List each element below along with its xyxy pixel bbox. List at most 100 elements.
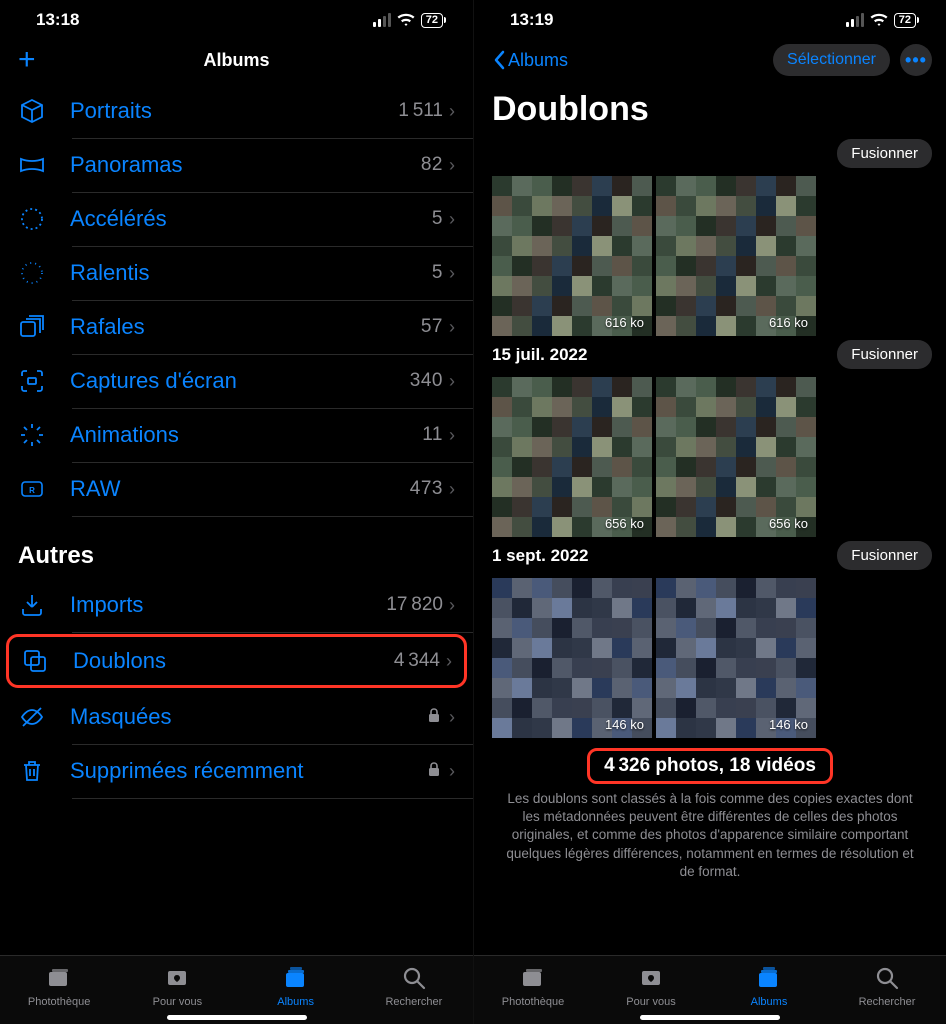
- tab-search[interactable]: Rechercher: [828, 964, 946, 1008]
- row-label: Portraits: [70, 98, 398, 124]
- duplicate-icon: [21, 647, 57, 675]
- ellipsis-icon: •••: [905, 50, 927, 71]
- merge-button[interactable]: Fusionner: [837, 541, 932, 570]
- tab-foryou[interactable]: Pour vous: [592, 964, 710, 1008]
- chevron-right-icon: ›: [449, 425, 455, 446]
- wifi-icon: [870, 13, 888, 27]
- album-row-slowmo[interactable]: Ralentis 5 ›: [0, 246, 473, 300]
- status-bar: 13:19 72: [474, 0, 946, 36]
- lock-icon: [427, 707, 441, 728]
- signal-icon: [373, 13, 391, 27]
- row-count: 4 344: [394, 650, 440, 672]
- duplicate-group-header: Fusionner: [492, 139, 946, 176]
- trash-icon: [18, 757, 54, 785]
- tab-label: Pour vous: [626, 996, 676, 1008]
- right-phone-screen: 13:19 72 Albums Sélectionner ••• Doublon…: [473, 0, 946, 1024]
- row-label: Ralentis: [70, 260, 432, 286]
- tab-library[interactable]: Photothèque: [474, 964, 592, 1008]
- photo-thumbnail[interactable]: 616 ko: [492, 176, 652, 336]
- duplicate-group: 15 juil. 2022 Fusionner 656 ko 656 ko: [474, 336, 946, 537]
- album-row-import[interactable]: Imports 17 820 ›: [0, 578, 473, 632]
- file-size-label: 616 ko: [605, 315, 644, 330]
- select-button[interactable]: Sélectionner: [773, 44, 890, 76]
- row-count: 11: [422, 424, 443, 446]
- file-size-label: 656 ko: [605, 516, 644, 531]
- row-label: Captures d'écran: [70, 368, 410, 394]
- album-row-timelapse[interactable]: Accélérés 5 ›: [0, 192, 473, 246]
- tab-albums[interactable]: Albums: [710, 964, 828, 1008]
- svg-text:R: R: [29, 486, 35, 495]
- row-count: 340: [410, 370, 443, 392]
- row-count: 17 820: [386, 594, 443, 616]
- tab-search[interactable]: Rechercher: [355, 964, 473, 1008]
- back-label: Albums: [508, 50, 568, 71]
- album-row-raw[interactable]: R RAW 473 ›: [0, 462, 473, 516]
- tab-label: Photothèque: [28, 996, 90, 1008]
- tab-label: Photothèque: [502, 996, 564, 1008]
- row-count: 473: [410, 478, 443, 500]
- add-button[interactable]: +: [18, 45, 36, 75]
- duplicate-group: Fusionner 616 ko 616 ko: [474, 139, 946, 336]
- hidden-icon: [18, 703, 54, 731]
- page-title: Doublons: [474, 84, 946, 139]
- row-label: Rafales: [70, 314, 421, 340]
- battery-icon: 72: [421, 13, 443, 28]
- home-indicator[interactable]: [167, 1015, 307, 1020]
- album-row-hidden[interactable]: Masquées ›: [0, 690, 473, 744]
- albums-icon: [756, 964, 782, 992]
- group-date: 1 sept. 2022: [492, 546, 588, 566]
- duplicate-group-header: 15 juil. 2022 Fusionner: [492, 336, 946, 377]
- plus-icon: +: [18, 45, 36, 75]
- more-button[interactable]: •••: [900, 44, 932, 76]
- left-phone-screen: 13:18 72 + Albums Portraits 1 511 › Pano…: [0, 0, 473, 1024]
- photo-thumbnail[interactable]: 656 ko: [492, 377, 652, 537]
- home-indicator[interactable]: [640, 1015, 780, 1020]
- photo-thumbnail[interactable]: 616 ko: [656, 176, 816, 336]
- album-row-duplicate[interactable]: Doublons 4 344 ›: [6, 634, 467, 688]
- chevron-right-icon: ›: [446, 651, 452, 672]
- search-icon: [874, 964, 900, 992]
- status-bar: 13:18 72: [0, 0, 473, 36]
- cube-icon: [18, 97, 54, 125]
- chevron-right-icon: ›: [449, 155, 455, 176]
- tab-albums[interactable]: Albums: [237, 964, 355, 1008]
- album-row-burst[interactable]: Rafales 57 ›: [0, 300, 473, 354]
- battery-icon: 72: [894, 13, 916, 28]
- album-row-cube[interactable]: Portraits 1 511 ›: [0, 84, 473, 138]
- row-count: 5: [432, 262, 443, 284]
- group-date: 15 juil. 2022: [492, 345, 587, 365]
- merge-button[interactable]: Fusionner: [837, 340, 932, 369]
- summary-count: 4 326 photos, 18 vidéos: [587, 748, 833, 784]
- row-label: Animations: [70, 422, 422, 448]
- tab-library[interactable]: Photothèque: [0, 964, 118, 1008]
- tab-label: Albums: [751, 996, 788, 1008]
- row-label: RAW: [70, 476, 410, 502]
- photo-thumbnail[interactable]: 146 ko: [656, 578, 816, 738]
- tab-label: Rechercher: [859, 996, 916, 1008]
- nav-title: Albums: [203, 50, 269, 71]
- slowmo-icon: [18, 259, 54, 287]
- row-label: Accélérés: [70, 206, 432, 232]
- back-button[interactable]: Albums: [492, 50, 568, 71]
- chevron-right-icon: ›: [449, 595, 455, 616]
- raw-icon: R: [18, 475, 54, 503]
- album-row-screenshot[interactable]: Captures d'écran 340 ›: [0, 354, 473, 408]
- merge-button[interactable]: Fusionner: [837, 139, 932, 168]
- chevron-right-icon: ›: [449, 479, 455, 500]
- album-row-panorama[interactable]: Panoramas 82 ›: [0, 138, 473, 192]
- photo-thumbnail[interactable]: 656 ko: [656, 377, 816, 537]
- chevron-right-icon: ›: [449, 371, 455, 392]
- album-row-trash[interactable]: Supprimées récemment ›: [0, 744, 473, 798]
- timelapse-icon: [18, 205, 54, 233]
- burst-icon: [18, 313, 54, 341]
- albums-list[interactable]: Portraits 1 511 › Panoramas 82 › Accélér…: [0, 84, 473, 955]
- chevron-right-icon: ›: [449, 263, 455, 284]
- tab-foryou[interactable]: Pour vous: [118, 964, 236, 1008]
- album-row-animations[interactable]: Animations 11 ›: [0, 408, 473, 462]
- row-label: Supprimées récemment: [70, 758, 427, 784]
- nav-bar: + Albums: [0, 36, 473, 84]
- duplicates-list[interactable]: Fusionner 616 ko 616 ko 15 juil. 2022 Fus…: [474, 139, 946, 955]
- chevron-right-icon: ›: [449, 707, 455, 728]
- photo-thumbnail[interactable]: 146 ko: [492, 578, 652, 738]
- row-count: 5: [432, 208, 443, 230]
